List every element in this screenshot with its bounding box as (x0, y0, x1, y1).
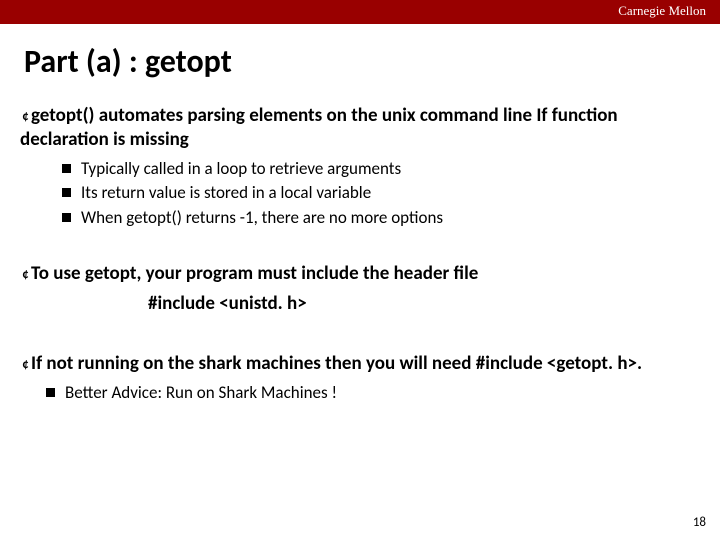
include-directive: #include <unistd. h> (148, 292, 688, 316)
point-include-unistd: ¢To use getopt, your program must includ… (20, 262, 688, 286)
point-text: If not running on the shark machines the… (31, 352, 642, 375)
list-item-text: Better Advice: Run on Shark Machines ! (65, 382, 337, 403)
square-bullet-icon (62, 164, 71, 173)
slide: Carnegie Mellon Part (a) : getopt ¢getop… (0, 0, 720, 540)
square-bullet-icon (62, 213, 71, 222)
slide-title: Part (a) : getopt (24, 42, 232, 81)
list-item-text: Its return value is stored in a local va… (81, 182, 371, 203)
point-text: automates parsing elements on the unix c… (20, 104, 618, 151)
circle-bullet-icon: ¢ (20, 357, 31, 373)
list-item: Its return value is stored in a local va… (62, 182, 688, 205)
list-item-text: When getopt() returns -1, there are no m… (81, 207, 443, 228)
slide-body: ¢getopt() automates parsing elements on … (20, 104, 688, 419)
list-item-text: Typically called in a loop to retrieve a… (81, 158, 401, 179)
point-getopt-intro: ¢getopt() automates parsing elements on … (20, 104, 688, 152)
circle-bullet-icon: ¢ (20, 267, 31, 283)
square-bullet-icon (62, 188, 71, 197)
sublist-advice: Better Advice: Run on Shark Machines ! (46, 382, 688, 405)
list-item: Better Advice: Run on Shark Machines ! (46, 382, 688, 405)
brand-text: Carnegie Mellon (618, 3, 706, 19)
header-bar: Carnegie Mellon (0, 0, 720, 24)
page-number: 18 (693, 515, 706, 530)
square-bullet-icon (46, 388, 55, 397)
lead-term: getopt() (31, 104, 94, 127)
list-item: Typically called in a loop to retrieve a… (62, 158, 688, 181)
point-text: To use getopt, your program must include… (31, 262, 478, 285)
point-include-getopt: ¢If not running on the shark machines th… (20, 352, 688, 376)
sublist-getopt: Typically called in a loop to retrieve a… (62, 158, 688, 231)
circle-bullet-icon: ¢ (20, 109, 31, 125)
list-item: When getopt() returns -1, there are no m… (62, 207, 688, 230)
